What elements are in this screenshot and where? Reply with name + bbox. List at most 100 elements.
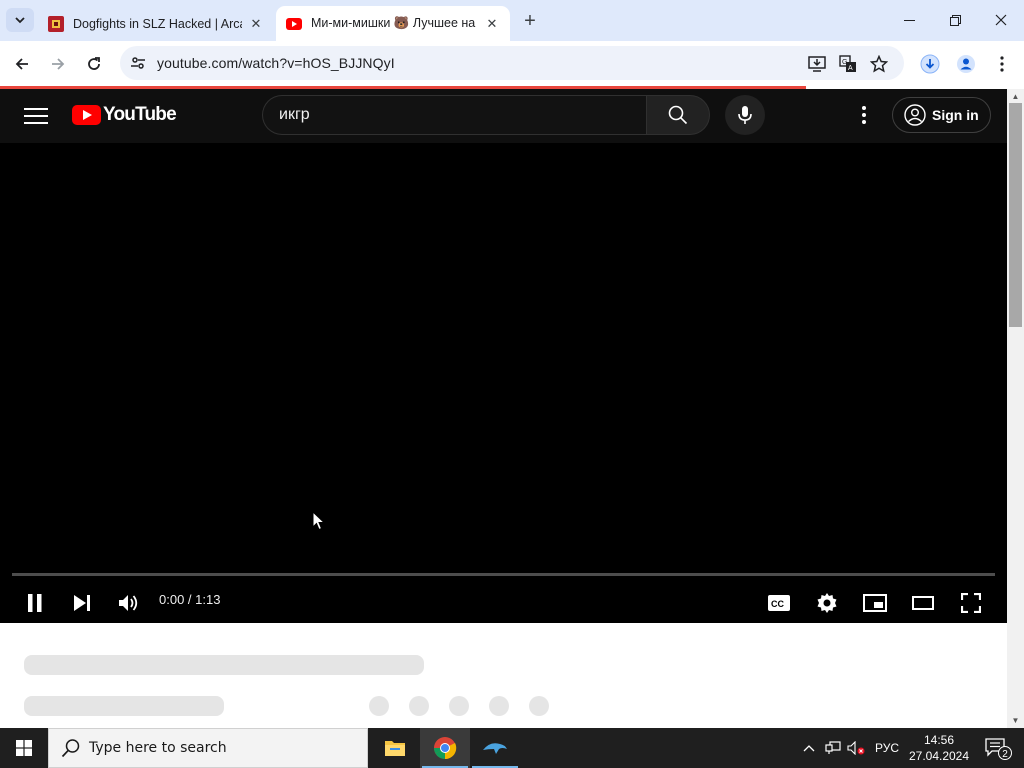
new-tab-button[interactable]: + [518,10,542,32]
page-scrollbar[interactable]: ▲ ▼ [1007,89,1024,728]
sign-in-button[interactable]: Sign in [892,97,991,133]
theater-mode-icon [912,596,934,610]
reload-icon [88,57,100,70]
search-input[interactable]: икгр [262,95,646,135]
profile-button[interactable] [951,49,981,79]
taskbar-search-box[interactable]: Type here to search [48,728,368,768]
translate-icon[interactable]: GA [837,53,859,75]
volume-muted-icon[interactable] [845,728,867,768]
notification-icon: 2 [985,738,1012,760]
video-progress-bar[interactable] [12,573,995,576]
minimize-icon [903,19,915,21]
site-settings-icon[interactable] [128,53,148,73]
sign-in-label: Sign in [932,107,979,123]
forward-button[interactable] [43,49,73,79]
theater-mode-button[interactable] [906,586,940,620]
action-center-button[interactable]: 2 [978,728,1018,768]
taskbar-clock[interactable]: 14:56 27.04.2024 [904,732,974,764]
captions-icon: CC [768,595,790,611]
tab-search-button[interactable] [6,8,34,32]
tab-dogfights[interactable]: Dogfights in SLZ Hacked | Arca ✕ [38,6,274,41]
search-icon [61,739,80,758]
back-arrow-icon [15,58,28,70]
fullscreen-icon [961,593,981,613]
search-icon [668,105,688,125]
url-text: youtube.com/watch?v=hOS_BJJNQyI [157,55,395,71]
scrollbar-thumb[interactable] [1009,103,1022,327]
youtube-logo[interactable]: YouTube [72,104,177,126]
scroll-up-arrow-icon[interactable]: ▲ [1010,91,1021,101]
chevron-down-icon [15,17,25,24]
youtube-play-logo-icon [72,105,101,125]
action-skeleton [449,696,469,716]
profile-icon [957,55,975,73]
fullscreen-button[interactable] [954,586,988,620]
minimize-button[interactable] [886,0,932,40]
youtube-header: YouTube икгр Sign in [0,89,1007,143]
tab-title: Dogfights in SLZ Hacked | Arca [73,16,242,31]
restore-icon [949,14,961,26]
forward-arrow-icon [52,58,65,70]
svg-text:A: A [848,65,853,72]
action-skeleton [369,696,389,716]
action-skeleton [529,696,549,716]
search-button[interactable] [646,95,710,135]
bookmark-star-icon[interactable] [868,53,890,75]
input-language-indicator[interactable]: РУС [870,728,904,768]
youtube-page: YouTube икгр Sign in 0:00 / 1:13 CC [0,89,1007,728]
scroll-down-arrow-icon[interactable]: ▼ [1010,715,1021,725]
close-window-button[interactable] [978,0,1024,40]
tab-youtube[interactable]: Ми-ми-мишки 🐻 Лучшее на ✕ [276,6,510,41]
close-tab-icon[interactable]: ✕ [484,16,500,32]
browser-toolbar: youtube.com/watch?v=hOS_BJJNQyI GA [0,41,1024,86]
notification-count: 2 [1002,749,1008,760]
volume-icon [119,595,138,611]
network-icon[interactable] [822,728,844,768]
gear-icon [817,593,837,613]
dolphin-icon [483,743,507,754]
more-options-icon[interactable] [852,103,876,127]
action-skeleton [489,696,509,716]
taskbar-chrome[interactable] [420,728,470,768]
clock-date: 27.04.2024 [908,749,970,763]
hamburger-menu-icon[interactable] [24,105,48,125]
tab-title: Ми-ми-мишки 🐻 Лучшее на [311,16,476,30]
next-video-button[interactable] [65,586,99,620]
downloads-button[interactable] [915,49,945,79]
microphone-icon [738,106,752,124]
pause-icon [28,594,42,612]
voice-search-button[interactable] [725,95,765,135]
restore-button[interactable] [932,0,978,40]
mouse-cursor-icon [312,511,326,531]
chevron-up-icon [803,745,815,752]
skip-next-icon [74,595,90,611]
account-circle-icon [904,104,926,126]
tab-strip: Dogfights in SLZ Hacked | Arca ✕ Ми-ми-м… [0,0,1024,41]
windows-taskbar: Type here to search РУС 14:56 27.04.2024… [0,728,1024,768]
settings-button[interactable] [810,586,844,620]
captions-button[interactable]: CC [762,586,796,620]
taskbar-dolphin[interactable] [470,728,520,768]
windows-logo-icon [16,740,32,756]
miniplayer-button[interactable] [858,586,892,620]
action-skeleton [409,696,429,716]
pause-button[interactable] [18,586,52,620]
search-query: икгр [279,106,310,123]
browser-menu-button[interactable] [987,49,1017,79]
video-info-placeholder [0,623,1007,728]
close-tab-icon[interactable]: ✕ [248,16,264,32]
install-app-icon[interactable] [806,53,828,75]
folder-icon [385,741,405,756]
channel-skeleton [24,696,224,716]
reload-button[interactable] [79,49,109,79]
volume-button[interactable] [112,586,146,620]
time-display: 0:00 / 1:13 [159,592,221,607]
address-bar[interactable]: youtube.com/watch?v=hOS_BJJNQyI GA [120,46,904,80]
taskbar-file-explorer[interactable] [370,728,420,768]
video-player[interactable]: 0:00 / 1:13 CC [0,143,1007,623]
svg-text:CC: CC [771,599,784,609]
clock-time: 14:56 [923,733,955,747]
show-hidden-icons-button[interactable] [798,728,820,768]
start-button[interactable] [0,728,48,768]
back-button[interactable] [7,49,37,79]
